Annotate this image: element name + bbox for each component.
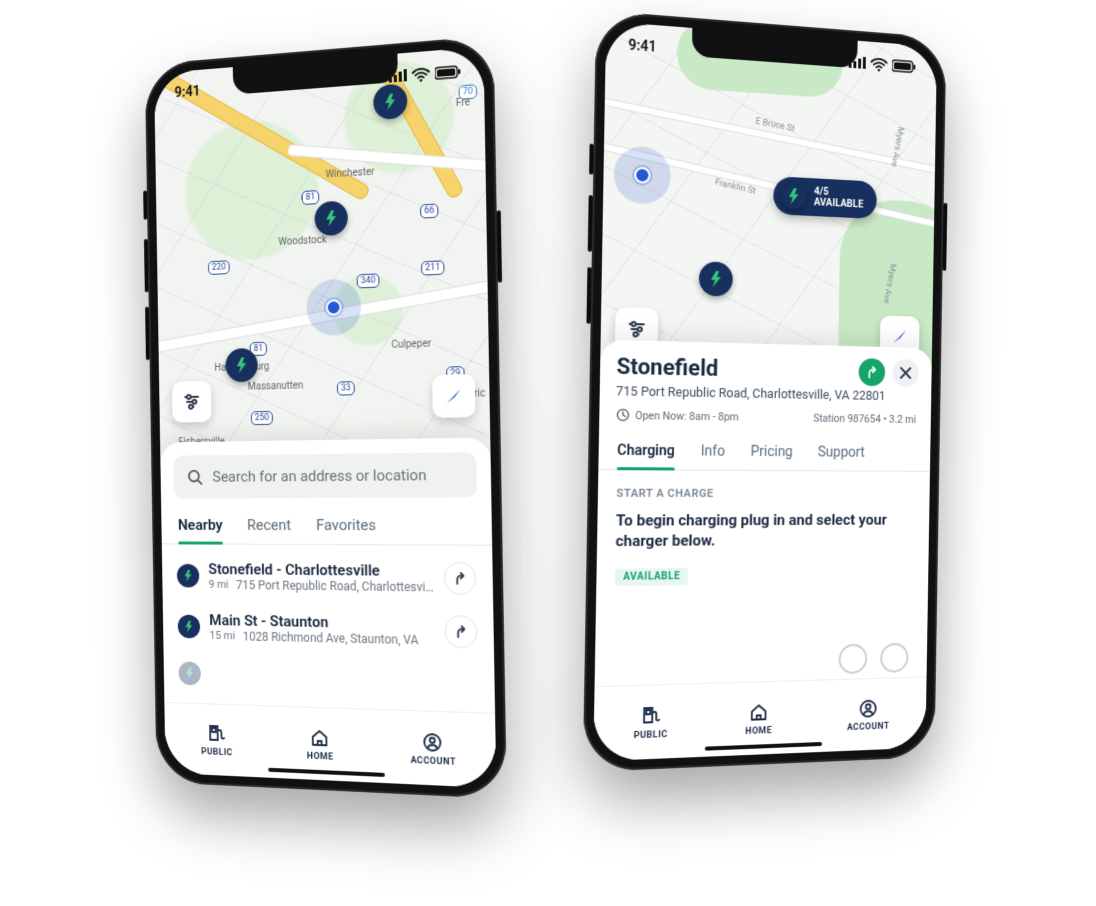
charger-dials — [838, 643, 908, 674]
charging-pin[interactable] — [314, 200, 348, 236]
list-item[interactable] — [169, 651, 489, 704]
tab-favorites[interactable]: Favorites — [316, 508, 376, 544]
wifi-icon — [870, 56, 887, 72]
search-icon — [186, 468, 203, 486]
charger-dial[interactable] — [880, 643, 909, 673]
phone-right: 9:41 E Bruce St Myers Ave Franklin St M — [583, 10, 947, 772]
house-icon — [309, 726, 331, 749]
bolt-icon — [382, 93, 398, 110]
user-location — [306, 278, 362, 336]
charging-pin[interactable] — [699, 261, 733, 297]
bolt-icon — [781, 183, 807, 210]
filter-icon — [182, 392, 201, 412]
filter-button[interactable] — [172, 381, 212, 423]
filter-icon — [626, 319, 647, 340]
locate-icon — [890, 327, 909, 347]
bolt-icon — [177, 564, 200, 588]
charger-dial[interactable] — [838, 644, 867, 674]
list-item[interactable]: Main St - Staunton 15 mi 1028 Richmond A… — [168, 601, 488, 659]
clock-icon — [616, 408, 631, 423]
locate-button[interactable] — [432, 374, 475, 418]
turn-icon — [453, 623, 470, 640]
tab-charging[interactable]: Charging — [617, 434, 675, 469]
bolt-icon — [234, 357, 249, 373]
battery-icon — [435, 64, 462, 79]
directions-button[interactable] — [443, 562, 476, 595]
close-icon — [899, 366, 912, 380]
bottom-nav: PUBLIC HOME ACCOUNT — [593, 676, 926, 761]
bolt-icon — [323, 210, 339, 227]
nav-public[interactable]: PUBLIC — [633, 704, 668, 741]
close-button[interactable] — [892, 359, 919, 387]
start-charge-message: To begin charging plug in and select you… — [615, 510, 912, 552]
search-placeholder: Search for an address or location — [212, 466, 426, 486]
turn-icon — [452, 570, 469, 587]
station-tabs: Charging Info Pricing Support — [598, 434, 930, 472]
directions-button[interactable] — [444, 615, 477, 648]
nav-account[interactable]: ACCOUNT — [847, 697, 890, 733]
station-meta: Station 987654 • 3.2 mi — [813, 411, 916, 425]
bottom-nav: PUBLIC HOME ACCOUNT — [164, 702, 496, 788]
bolt-icon — [178, 615, 201, 639]
wifi-icon — [412, 66, 430, 83]
status-time: 9:41 — [628, 37, 657, 55]
nav-account[interactable]: ACCOUNT — [410, 730, 456, 768]
tab-nearby[interactable]: Nearby — [178, 508, 223, 543]
tab-pricing[interactable]: Pricing — [750, 436, 793, 470]
directions-button[interactable] — [858, 358, 885, 386]
user-location — [613, 145, 671, 205]
phone-left: 9:41 81 66 211 340 220 3 — [145, 35, 507, 799]
account-icon — [422, 730, 445, 753]
locate-icon — [443, 386, 464, 407]
nav-public[interactable]: PUBLIC — [201, 722, 233, 758]
battery-icon — [892, 59, 916, 73]
pump-icon — [206, 722, 227, 744]
station-address: 715 Port Republic Road, Charlottesville,… — [616, 384, 917, 404]
tab-info[interactable]: Info — [700, 435, 725, 470]
nav-home[interactable]: HOME — [745, 700, 773, 736]
tab-support[interactable]: Support — [818, 437, 866, 471]
house-icon — [748, 701, 770, 724]
turn-icon — [864, 364, 879, 380]
results-list: Stonefield - Charlottesville 9 mi 715 Po… — [162, 544, 495, 704]
availability-badge[interactable]: 4/5AVAILABLE — [773, 176, 877, 219]
account-icon — [858, 697, 879, 719]
tab-recent[interactable]: Recent — [247, 508, 292, 544]
nav-home[interactable]: HOME — [306, 726, 333, 762]
pump-icon — [640, 704, 663, 727]
status-pill: AVAILABLE — [615, 567, 688, 585]
status-time: 9:41 — [174, 83, 200, 101]
result-tabs: Nearby Recent Favorites — [161, 508, 492, 546]
bolt-icon — [708, 271, 724, 288]
search-input[interactable]: Search for an address or location — [173, 452, 477, 498]
start-charge-label: START A CHARGE — [616, 487, 913, 500]
bolt-icon — [178, 661, 201, 685]
list-item[interactable]: Stonefield - Charlottesville 9 mi 715 Po… — [167, 550, 487, 605]
charging-pin[interactable] — [225, 348, 258, 382]
map[interactable]: 81 66 211 340 220 33 29 250 70 81 Winche… — [154, 47, 491, 482]
